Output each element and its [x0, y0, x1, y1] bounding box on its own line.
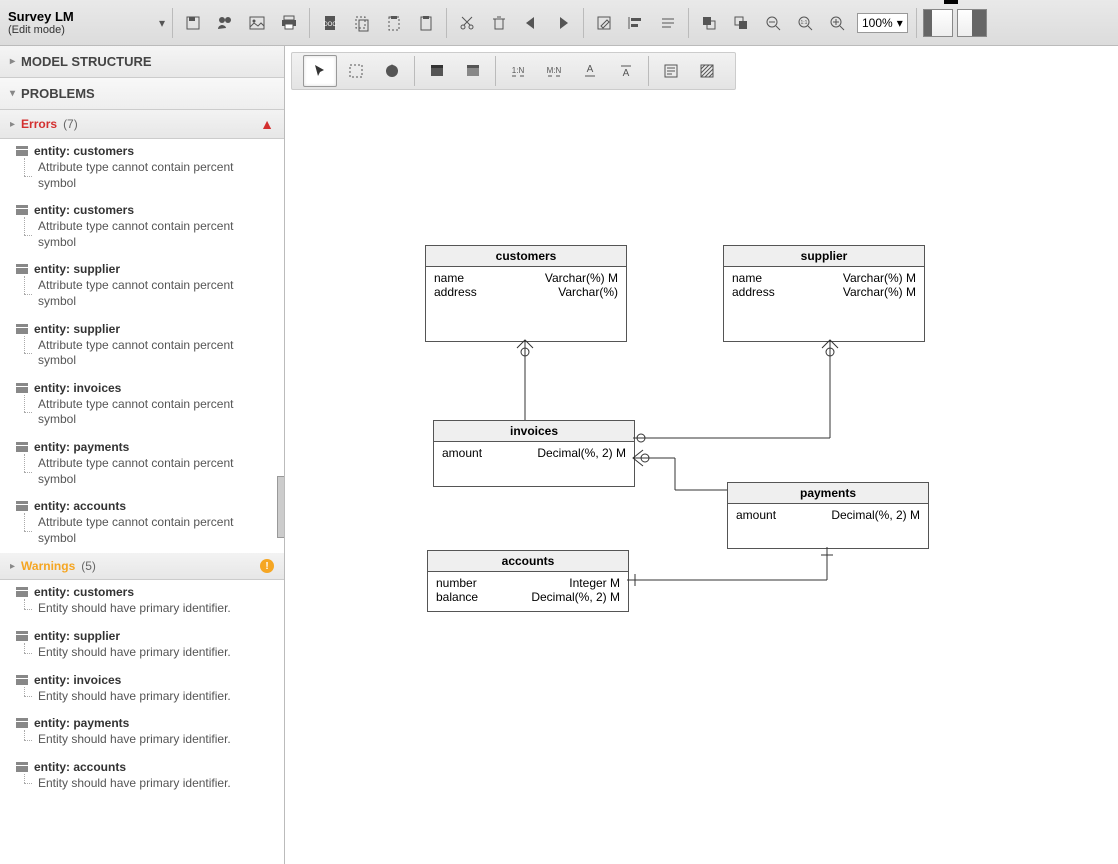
svg-text:1:1: 1:1 [801, 20, 808, 26]
canvas-area: 1:N M:N A A customers nameVarchar(%) Maddre… [285, 46, 1118, 864]
edit-box-button[interactable] [589, 8, 619, 38]
align-lines-button[interactable] [653, 8, 683, 38]
attribute-row: addressVarchar(%) M [732, 285, 916, 299]
warnings-header[interactable]: ▸Warnings (5) ! [0, 553, 284, 580]
rel-mn-tool[interactable]: M:N [537, 55, 571, 87]
attribute-row: nameVarchar(%) M [732, 271, 916, 285]
main-toolbar: Survey LM (Edit mode) ▾ DOC 1:1 100%▾ [0, 0, 1118, 46]
hatch-tool[interactable] [690, 55, 724, 87]
zoom-in-button[interactable] [822, 8, 852, 38]
rel-1n-tool[interactable]: 1:N [501, 55, 535, 87]
paste-dashed-button[interactable] [379, 8, 409, 38]
error-icon: ▲ [260, 116, 274, 132]
problem-item[interactable]: entity: customersEntity should have prim… [0, 580, 284, 624]
sidebar: ▸MODEL STRUCTURE ▾PROBLEMS ▸Errors (7) ▲… [0, 46, 285, 864]
group-front-button[interactable] [694, 8, 724, 38]
attribute-row: amountDecimal(%, 2) M [736, 508, 920, 522]
entity-supplier[interactable]: supplier nameVarchar(%) MaddressVarchar(… [723, 245, 925, 342]
relationships [285, 90, 1118, 864]
svg-text:M:N: M:N [547, 66, 562, 75]
app-mode: (Edit mode) [8, 24, 148, 36]
problem-item[interactable]: entity: supplierAttribute type cannot co… [0, 257, 284, 316]
align-left-button[interactable] [621, 8, 651, 38]
attribute-row: balanceDecimal(%, 2) M [436, 590, 620, 604]
problem-item[interactable]: entity: supplierEntity should have prima… [0, 624, 284, 668]
marquee-tool[interactable] [339, 55, 373, 87]
svg-text:A: A [623, 68, 630, 79]
group-back-button[interactable] [726, 8, 756, 38]
entity-invoices[interactable]: invoices amountDecimal(%, 2) M [433, 420, 635, 487]
entity-icon [16, 631, 28, 641]
problem-item[interactable]: entity: invoicesAttribute type cannot co… [0, 376, 284, 435]
diagram-toolbar: 1:N M:N A A [291, 52, 736, 90]
problem-item[interactable]: entity: invoicesEntity should have prima… [0, 668, 284, 712]
errors-header[interactable]: ▸Errors (7) ▲ [0, 110, 284, 139]
section-problems[interactable]: ▾PROBLEMS [0, 78, 284, 110]
entity-icon [16, 718, 28, 728]
panel-left-button[interactable] [923, 9, 953, 37]
pointer-tool[interactable] [303, 55, 337, 87]
section-model-structure[interactable]: ▸MODEL STRUCTURE [0, 46, 284, 78]
entity-icon [16, 587, 28, 597]
back-button[interactable] [516, 8, 546, 38]
entity-icon [16, 675, 28, 685]
problem-item[interactable]: entity: accountsAttribute type cannot co… [0, 494, 284, 553]
trash-button[interactable] [484, 8, 514, 38]
attribute-row: amountDecimal(%, 2) M [442, 446, 626, 460]
doc-button[interactable]: DOC [315, 8, 345, 38]
entity-icon [16, 501, 28, 511]
problem-item[interactable]: entity: accountsEntity should have prima… [0, 755, 284, 799]
zoom-out-button[interactable] [758, 8, 788, 38]
entity-icon [16, 324, 28, 334]
container-light-tool[interactable] [456, 55, 490, 87]
entity-accounts[interactable]: accounts numberInteger MbalanceDecimal(%… [427, 550, 629, 612]
panel-right-button[interactable] [957, 9, 987, 37]
problem-item[interactable]: entity: supplierAttribute type cannot co… [0, 317, 284, 376]
container-dark-tool[interactable] [420, 55, 454, 87]
entity-icon [16, 205, 28, 215]
zoom-fit-button[interactable]: 1:1 [790, 8, 820, 38]
app-title: Survey LM (Edit mode) [0, 9, 156, 36]
problem-item[interactable]: entity: customersAttribute type cannot c… [0, 139, 284, 198]
entity-icon [16, 264, 28, 274]
problem-item[interactable]: entity: customersAttribute type cannot c… [0, 198, 284, 257]
text-under-tool[interactable]: A [573, 55, 607, 87]
image-button[interactable] [242, 8, 272, 38]
paste-button[interactable] [411, 8, 441, 38]
zoom-level[interactable]: 100%▾ [857, 13, 908, 33]
attribute-row: addressVarchar(%) [434, 285, 618, 299]
forward-button[interactable] [548, 8, 578, 38]
entity-icon [16, 762, 28, 772]
problem-item[interactable]: entity: paymentsEntity should have prima… [0, 711, 284, 755]
attribute-row: numberInteger M [436, 576, 620, 590]
save-button[interactable] [178, 8, 208, 38]
entity-icon [16, 442, 28, 452]
clip-indicator [944, 0, 958, 4]
copy-dashed-button[interactable] [347, 8, 377, 38]
chevron-down-icon[interactable]: ▾ [156, 16, 168, 30]
users-button[interactable] [210, 8, 240, 38]
warning-icon: ! [260, 559, 274, 573]
entity-icon [16, 146, 28, 156]
entity-customers[interactable]: customers nameVarchar(%) MaddressVarchar… [425, 245, 627, 342]
cut-button[interactable] [452, 8, 482, 38]
svg-text:DOC: DOC [323, 22, 337, 28]
problem-item[interactable]: entity: paymentsAttribute type cannot co… [0, 435, 284, 494]
note-tool[interactable] [654, 55, 688, 87]
pan-tool[interactable] [375, 55, 409, 87]
attribute-row: nameVarchar(%) M [434, 271, 618, 285]
entity-icon [16, 383, 28, 393]
print-button[interactable] [274, 8, 304, 38]
sidebar-resize-handle[interactable] [277, 476, 285, 538]
entity-payments[interactable]: payments amountDecimal(%, 2) M [727, 482, 929, 549]
svg-text:A: A [587, 64, 594, 75]
diagram-canvas[interactable]: customers nameVarchar(%) MaddressVarchar… [285, 90, 1118, 864]
app-name: Survey LM [8, 9, 148, 24]
svg-text:1:N: 1:N [512, 66, 525, 75]
text-over-tool[interactable]: A [609, 55, 643, 87]
